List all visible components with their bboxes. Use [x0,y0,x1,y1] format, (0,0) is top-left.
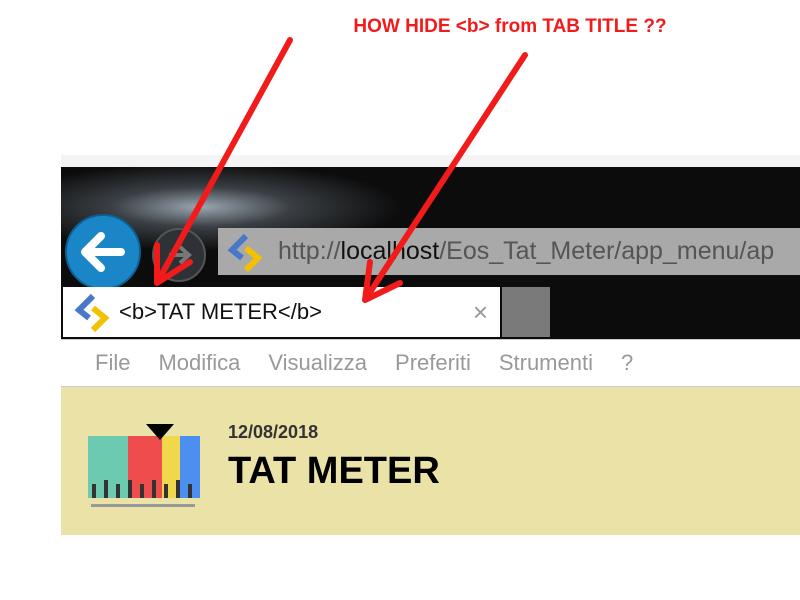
menu-visualizza[interactable]: Visualizza [268,350,367,376]
new-tab-button[interactable] [502,287,550,337]
address-bar[interactable]: http://localhost/Eos_Tat_Meter/app_menu/… [218,228,800,275]
url-prefix: http:// [278,237,341,265]
tat-meter-logo [88,424,200,507]
page-date: 12/08/2018 [228,422,319,442]
tab-title: <b>TAT METER</b> [119,299,322,324]
url-host: localhost [340,237,440,265]
menu-preferiti[interactable]: Preferiti [395,350,471,376]
arrow-right-icon [169,245,192,265]
menu-file[interactable]: File [95,350,130,376]
url-path: /Eos_Tat_Meter/app_menu/ap [439,237,775,265]
tab-favicon [74,293,110,332]
page-title: TAT METER [228,450,440,492]
menu-help[interactable]: ? [621,350,633,376]
menu-bar: File Modifica Visualizza Preferiti Strum… [61,339,800,387]
favorites-toolbar-strip [61,155,800,167]
annotation-question: HOW HIDE <b> from TAB TITLE ?? [353,16,667,37]
tab-active[interactable]: <b>TAT METER</b> × [63,287,500,337]
arrow-left-icon [81,232,125,272]
menu-modifica[interactable]: Modifica [158,350,240,376]
site-favicon [227,233,263,272]
menu-strumenti[interactable]: Strumenti [499,350,593,376]
back-button[interactable] [65,214,141,290]
close-tab-icon[interactable]: × [473,297,488,328]
forward-button[interactable] [152,228,206,282]
